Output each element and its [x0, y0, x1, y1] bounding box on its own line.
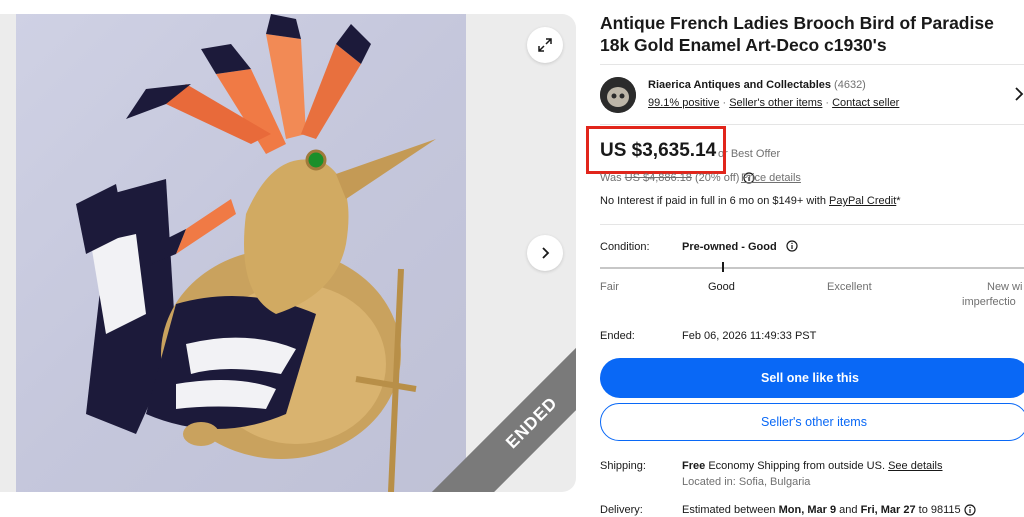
- seller-other-items-link[interactable]: Seller's other items: [729, 97, 822, 109]
- delivery-value: Estimated between Mon, Mar 9 and Fri, Ma…: [682, 504, 976, 516]
- condition-scale-new: New wi: [987, 281, 1023, 293]
- next-image-button[interactable]: [527, 235, 563, 271]
- seller-other-items-button[interactable]: Seller's other items: [600, 403, 1024, 441]
- seller-other-items-label: Seller's other items: [761, 415, 867, 429]
- image-gallery: ENDED: [0, 14, 576, 492]
- seller-avatar-icon: [600, 77, 636, 113]
- expand-button[interactable]: [527, 27, 563, 63]
- ended-value: Feb 06, 2026 11:49:33 PST: [682, 330, 817, 342]
- seller-avatar[interactable]: [600, 77, 636, 113]
- shipping-free: Free: [682, 460, 706, 472]
- delivery-start: Mon, Mar 9: [778, 504, 837, 516]
- was-price: Was US $4,886.18 (20% off): [600, 172, 755, 184]
- divider: [600, 124, 1024, 125]
- price-highlight-box: [586, 126, 726, 174]
- asterisk: *: [896, 195, 901, 207]
- condition-scale-good: Good: [708, 281, 735, 293]
- paypal-credit-link[interactable]: PayPal Credit: [829, 195, 896, 207]
- shipping-label: Shipping:: [600, 460, 646, 472]
- seller-feedback-count: (4632): [834, 79, 866, 91]
- info-icon[interactable]: [964, 504, 976, 516]
- delivery-label: Delivery:: [600, 504, 643, 516]
- sell-one-like-this-button[interactable]: Sell one like this: [600, 358, 1024, 398]
- condition-scale-fair: Fair: [600, 281, 619, 293]
- contact-seller-link[interactable]: Contact seller: [832, 97, 899, 109]
- shipping-value: Free Economy Shipping from outside US. S…: [682, 460, 943, 472]
- best-offer-label: or Best Offer: [718, 148, 781, 160]
- was-discount: (20% off): [695, 172, 740, 184]
- condition-label: Condition:: [600, 241, 650, 253]
- divider: [600, 224, 1024, 225]
- seller-positive-link[interactable]: 99.1% positive: [648, 97, 720, 109]
- was-price-value: US $4,886.18: [624, 172, 692, 184]
- info-icon[interactable]: [786, 240, 798, 252]
- listing-title: Antique French Ladies Brooch Bird of Par…: [600, 13, 994, 55]
- delivery-end: Fri, Mar 27: [860, 504, 916, 516]
- condition-scale-new-2: imperfectio: [962, 296, 1016, 308]
- price-details-link[interactable]: Price details: [741, 172, 801, 184]
- condition-scale-excellent: Excellent: [827, 281, 872, 293]
- condition-scale-marker: [722, 262, 724, 272]
- condition-scale-track: [600, 267, 1024, 269]
- ended-label: Ended:: [600, 330, 635, 342]
- condition-value: Pre-owned - Good: [682, 241, 777, 253]
- chevron-right-icon[interactable]: [1014, 86, 1024, 102]
- expand-icon: [538, 38, 552, 52]
- product-photo[interactable]: [16, 14, 466, 492]
- listing-info: Antique French Ladies Brooch Bird of Par…: [586, 0, 1024, 517]
- seller-name-text[interactable]: Riaerica Antiques and Collectables: [648, 79, 831, 91]
- delivery-and: and: [839, 504, 858, 516]
- delivery-prefix: Estimated between: [682, 504, 776, 516]
- chevron-right-icon: [542, 247, 550, 259]
- no-interest-text: No Interest if paid in full in 6 mo on $…: [600, 195, 826, 207]
- seller-links: 99.1% positive · Seller's other items · Cont…: [648, 97, 900, 109]
- seller-card[interactable]: Riaerica Antiques and Collectables (4632…: [600, 74, 1024, 118]
- sell-one-like-this-label: Sell one like this: [761, 371, 859, 385]
- was-prefix: Was: [600, 172, 622, 184]
- delivery-to: to 98115: [918, 504, 961, 516]
- seller-name[interactable]: Riaerica Antiques and Collectables (4632…: [648, 79, 866, 91]
- divider: [600, 64, 1024, 65]
- shipping-location: Located in: Sofia, Bulgaria: [682, 476, 811, 488]
- shipping-see-details-link[interactable]: See details: [888, 460, 942, 472]
- brooch-illustration: [76, 14, 436, 492]
- paypal-credit-offer: No Interest if paid in full in 6 mo on $…: [600, 195, 901, 207]
- shipping-text: Economy Shipping from outside US.: [708, 460, 886, 472]
